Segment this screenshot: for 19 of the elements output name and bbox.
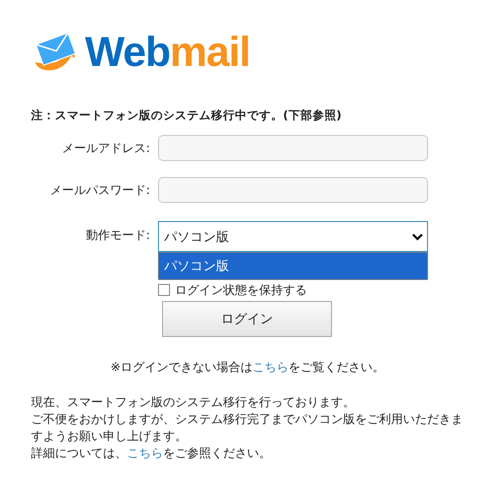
input-field[interactable] (158, 135, 428, 161)
field-label: メールパスワード: (48, 182, 150, 198)
field-label: 動作モード: (84, 227, 150, 244)
checkbox-label: ログイン状態を保持する (175, 282, 307, 298)
message-text: 現在、スマートフォン版のシステム移行を行っております。 (31, 394, 356, 411)
message-text: ご不便をおかけしますが、システム移行完了までパソコン版をご利用いただきますようお願い申し上げます。 (31, 411, 464, 445)
mode-select[interactable]: パソコン版 (158, 221, 428, 252)
dropdown-option[interactable]: パソコン版 (159, 253, 427, 279)
field-label: メールアドレス: (60, 140, 150, 156)
input-field[interactable] (158, 177, 428, 203)
login-button[interactable]: ログイン (162, 301, 332, 337)
help-text: ※ログインできない場合は こちら をご覧ください。 (109, 359, 386, 376)
detail-link[interactable]: こちら (127, 446, 163, 460)
chevron-icon (412, 232, 423, 240)
detail-text: 詳細については、こちら をご参照ください。 (31, 445, 272, 462)
logo-text: Webmail (85, 31, 250, 73)
checkbox[interactable] (158, 284, 170, 296)
notice-text: 注：スマートフォン版のシステム移行中です。(下部参照) (31, 108, 343, 123)
help-link[interactable]: こちら (252, 360, 289, 374)
